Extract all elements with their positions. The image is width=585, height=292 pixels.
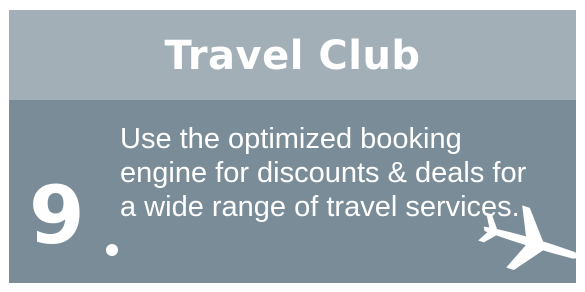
travel-club-card: Travel Club 9 Use the optimized booking … [9,10,576,283]
bullet-dot [106,244,118,256]
card-header: Travel Club [9,10,576,100]
airplane-icon [478,205,576,271]
step-number: 9 [29,169,85,262]
card-title: Travel Club [164,33,421,79]
